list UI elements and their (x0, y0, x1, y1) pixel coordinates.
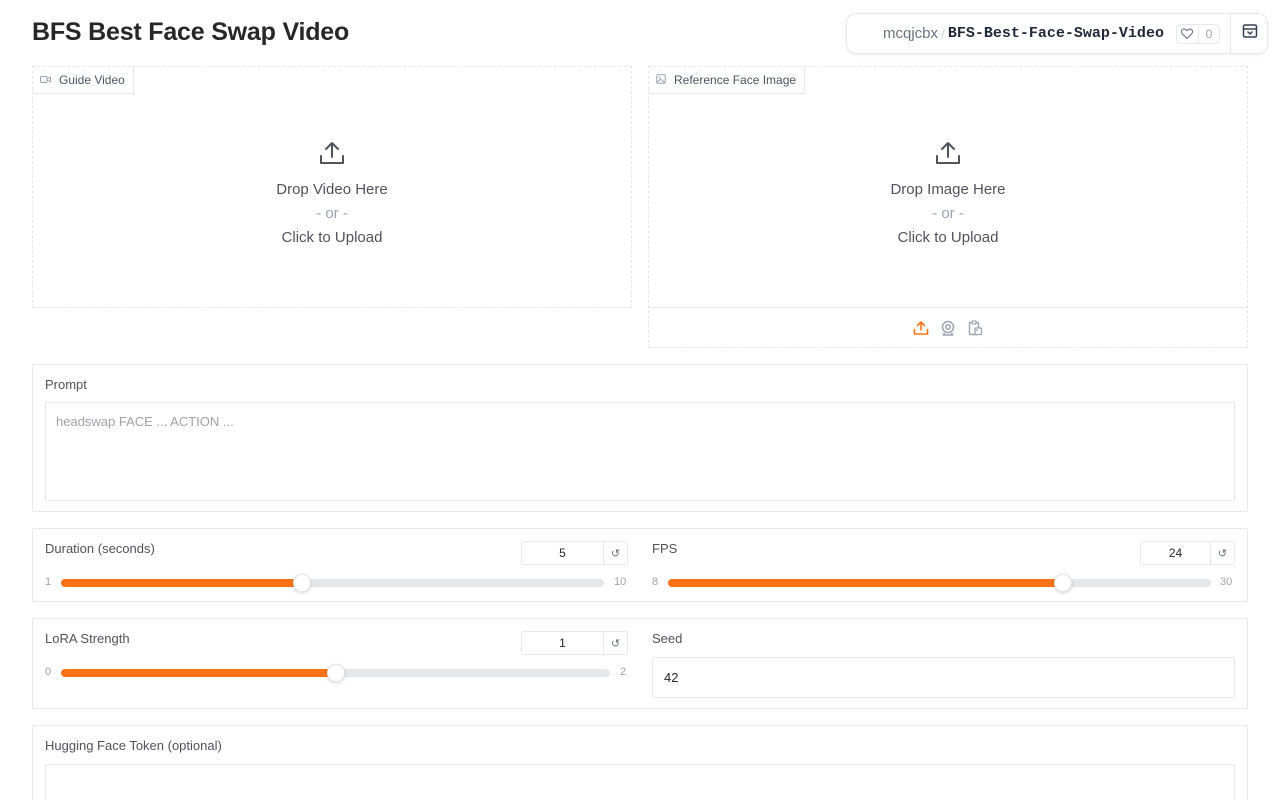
hf-token-label: Hugging Face Token (optional) (45, 738, 222, 753)
image-source-selector (649, 307, 1247, 347)
duration-slider[interactable] (61, 574, 604, 592)
click-to-upload-text: Click to Upload (281, 229, 383, 246)
fps-value: 24 (1168, 546, 1183, 560)
lora-seed-block: LoRA Strength 1 ↺ 0 2 Seed 42 (32, 618, 1248, 709)
fps-min: 8 (652, 576, 659, 588)
duration-slider-fill (61, 579, 303, 587)
lora-max: 2 (620, 666, 627, 678)
video-icon (40, 73, 59, 87)
webcam-source-icon[interactable] (939, 319, 957, 337)
lora-reset-icon[interactable]: ↺ (603, 632, 627, 654)
prompt-textarea[interactable]: headswap FACE ... ACTION ... (45, 402, 1235, 501)
lora-min: 0 (45, 666, 52, 678)
seed-input[interactable]: 42 (652, 657, 1235, 698)
click-to-upload-text: Click to Upload (897, 229, 999, 246)
collapse-header-button[interactable] (1231, 14, 1268, 53)
hf-token-block: Hugging Face Token (optional) (32, 725, 1248, 800)
prompt-placeholder: headswap FACE ... ACTION ... (56, 414, 234, 429)
drop-image-text: Drop Image Here (890, 181, 1006, 198)
reference-face-label: Reference Face Image (649, 67, 806, 94)
space-header-badge: mcqjcbx / BFS-Best-Face-Swap-Video 0 (846, 13, 1268, 54)
reference-face-dropzone[interactable]: Drop Image Here - or - Click to Upload (649, 67, 1247, 307)
upload-icon (318, 139, 346, 172)
guide-video-label: Guide Video (33, 67, 134, 94)
lora-slider-thumb[interactable] (326, 664, 345, 682)
guide-video-label-text: Guide Video (59, 73, 125, 87)
clipboard-source-icon[interactable] (966, 319, 984, 337)
duration-number-input[interactable]: 5 ↺ (521, 541, 628, 565)
fps-label: FPS (652, 541, 678, 556)
duration-max: 10 (614, 576, 627, 588)
like-count: 0 (1205, 26, 1213, 41)
duration-label: Duration (seconds) (45, 541, 155, 556)
collapse-icon (1242, 23, 1258, 44)
fps-slider[interactable] (668, 574, 1211, 592)
or-text: - or - (316, 205, 348, 222)
space-owner-link[interactable]: mcqjcbx (883, 25, 938, 42)
page-title: BFS Best Face Swap Video (32, 18, 350, 46)
fps-slider-thumb[interactable] (1053, 574, 1072, 592)
fps-slider-fill (668, 579, 1063, 587)
lora-slider[interactable] (61, 664, 610, 682)
duration-fps-block: Duration (seconds) 5 ↺ 1 10 FPS 24 ↺ 8 3… (32, 528, 1248, 602)
prompt-block: Prompt headswap FACE ... ACTION ... (32, 364, 1248, 512)
hf-token-input[interactable] (45, 764, 1235, 800)
reference-face-label-text: Reference Face Image (674, 73, 797, 87)
duration-reset-icon[interactable]: ↺ (603, 542, 627, 564)
space-repo-link[interactable]: BFS-Best-Face-Swap-Video (948, 25, 1164, 42)
like-button[interactable]: 0 (1175, 23, 1220, 44)
fps-reset-icon[interactable]: ↺ (1210, 542, 1234, 564)
heart-icon (1177, 24, 1199, 43)
upload-source-icon[interactable] (912, 319, 930, 337)
fps-max: 30 (1220, 576, 1233, 588)
duration-min: 1 (45, 576, 52, 588)
drop-video-text: Drop Video Here (276, 181, 388, 198)
lora-number-input[interactable]: 1 ↺ (521, 631, 628, 655)
duration-slider-thumb[interactable] (293, 574, 312, 592)
or-text: - or - (932, 205, 964, 222)
upload-icon (934, 139, 962, 172)
seed-value: 42 (664, 670, 679, 685)
seed-label: Seed (652, 631, 683, 646)
reference-face-upload: Drop Image Here - or - Click to Upload R… (648, 66, 1248, 348)
duration-value: 5 (559, 546, 566, 560)
path-separator: / (941, 25, 945, 42)
prompt-label: Prompt (45, 377, 87, 392)
guide-video-dropzone[interactable]: Drop Video Here - or - Click to Upload (33, 67, 631, 307)
lora-label: LoRA Strength (45, 631, 130, 646)
fps-number-input[interactable]: 24 ↺ (1140, 541, 1235, 565)
lora-value: 1 (559, 636, 566, 650)
image-icon (656, 73, 674, 87)
guide-video-upload: Drop Video Here - or - Click to Upload G… (32, 66, 632, 308)
lora-slider-fill (61, 669, 336, 677)
